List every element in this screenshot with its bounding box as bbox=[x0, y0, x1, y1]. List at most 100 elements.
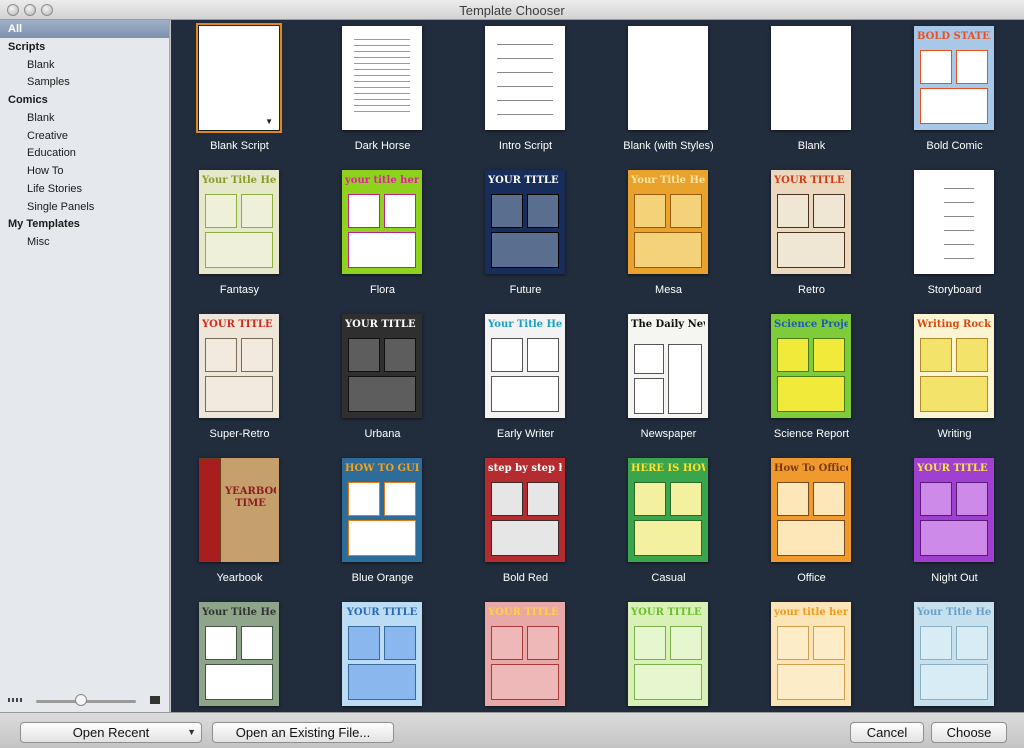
template-preview-title: YOUR TITLE HERE bbox=[202, 319, 276, 330]
template-thumbnail-blue-orange[interactable]: HOW TO GUIDE bbox=[342, 458, 422, 562]
template-preview-title: YOUR TITLE HERE bbox=[774, 175, 848, 186]
template-name-writing: Writing bbox=[937, 428, 972, 440]
thumbnail-size-control bbox=[0, 688, 169, 712]
template-thumbnail-template-29[interactable]: your title here bbox=[771, 602, 851, 706]
sidebar-item-scripts[interactable]: Scripts bbox=[0, 38, 169, 56]
template-thumbnail-template-27[interactable]: YOUR TITLE HERE bbox=[485, 602, 565, 706]
template-thumbnail-flora[interactable]: your title here bbox=[342, 170, 422, 274]
category-sidebar: All Scripts Blank Samples Comics Blank Creativ… bbox=[0, 20, 170, 712]
comic-panel bbox=[348, 520, 416, 556]
template-thumbnail-future[interactable]: YOUR TITLE HERE bbox=[485, 170, 565, 274]
template-preview-title: YOUR TITLE HERE bbox=[488, 175, 562, 186]
sidebar-item-education[interactable]: Education bbox=[0, 144, 169, 162]
sidebar-item-misc[interactable]: Misc bbox=[0, 233, 169, 251]
template-thumbnail-template-30[interactable]: Your Title Here bbox=[914, 602, 994, 706]
comic-panel bbox=[527, 194, 559, 228]
template-preview-title: step by step how to bbox=[488, 463, 562, 474]
template-thumbnail-retro[interactable]: YOUR TITLE HERE bbox=[771, 170, 851, 274]
template-thumbnail-fantasy[interactable]: Your Title Here bbox=[199, 170, 279, 274]
comic-panel bbox=[920, 88, 988, 124]
sidebar-item-all[interactable]: All bbox=[0, 20, 169, 38]
template-thumbnail-template-26[interactable]: YOUR TITLE bbox=[342, 602, 422, 706]
template-thumbnail-early-writer[interactable]: Your Title Here bbox=[485, 314, 565, 418]
comic-panel bbox=[920, 626, 952, 660]
comic-panel bbox=[205, 664, 273, 700]
template-name-office: Office bbox=[797, 572, 826, 584]
comic-panel bbox=[634, 664, 702, 700]
template-preview-title: How To Office Guide bbox=[774, 463, 848, 474]
title-bar: Template Chooser bbox=[0, 0, 1024, 20]
comic-panel bbox=[348, 626, 380, 660]
sidebar-item-single-panels[interactable]: Single Panels bbox=[0, 198, 169, 216]
comic-panel bbox=[205, 376, 273, 412]
template-thumbnail-yearbook[interactable]: YEARBOOK TIME bbox=[199, 458, 279, 562]
comic-panel bbox=[920, 376, 988, 412]
comic-panel bbox=[634, 194, 666, 228]
template-name-intro-script: Intro Script bbox=[498, 140, 553, 152]
zoom-slider-thumb[interactable] bbox=[75, 694, 87, 706]
template-thumbnail-bold-comic[interactable]: BOLD STATEMENTS bbox=[914, 26, 994, 130]
template-preview-title: Your Title Here bbox=[202, 607, 276, 618]
template-thumbnail-blank-script[interactable]: ▼ bbox=[196, 23, 282, 133]
comic-panel bbox=[384, 194, 416, 228]
sidebar-item-comics[interactable]: Comics bbox=[0, 91, 169, 109]
template-thumbnail-template-25[interactable]: Your Title Here bbox=[199, 602, 279, 706]
comic-panel bbox=[634, 232, 702, 268]
template-preview-title: YOUR TITLE HERE bbox=[345, 319, 419, 330]
comic-panel bbox=[348, 194, 380, 228]
comic-panel bbox=[491, 520, 559, 556]
sidebar-item-blank[interactable]: Blank bbox=[0, 109, 169, 127]
open-existing-file-button[interactable]: Open an Existing File... bbox=[212, 722, 394, 743]
comic-panel bbox=[670, 482, 702, 516]
template-thumbnail-dark-horse[interactable] bbox=[342, 26, 422, 130]
comic-panel bbox=[956, 338, 988, 372]
comic-panel bbox=[384, 626, 416, 660]
template-name-blank-with-styles: Blank (with Styles) bbox=[623, 140, 714, 152]
comic-panel bbox=[668, 344, 702, 414]
comic-panel bbox=[777, 520, 845, 556]
template-thumbnail-night-out[interactable]: YOUR TITLE HERE bbox=[914, 458, 994, 562]
template-thumbnail-intro-script[interactable] bbox=[485, 26, 565, 130]
template-thumbnail-urbana[interactable]: YOUR TITLE HERE bbox=[342, 314, 422, 418]
sidebar-item-how-to[interactable]: How To bbox=[0, 162, 169, 180]
template-thumbnail-blank[interactable] bbox=[771, 26, 851, 130]
template-thumbnail-super-retro[interactable]: YOUR TITLE HERE bbox=[199, 314, 279, 418]
template-preview-title: Science Project bbox=[774, 319, 848, 330]
comic-panel bbox=[527, 338, 559, 372]
comic-panel bbox=[813, 338, 845, 372]
sidebar-item-life-stories[interactable]: Life Stories bbox=[0, 180, 169, 198]
template-thumbnail-office[interactable]: How To Office Guide bbox=[771, 458, 851, 562]
comic-panel bbox=[920, 338, 952, 372]
template-name-future: Future bbox=[509, 284, 542, 296]
comic-panel bbox=[813, 482, 845, 516]
template-preview-title: Your Title Here bbox=[202, 175, 276, 186]
template-thumbnail-mesa[interactable]: Your Title Here bbox=[628, 170, 708, 274]
comic-panel bbox=[491, 376, 559, 412]
sidebar-item-my-templates[interactable]: My Templates bbox=[0, 215, 169, 233]
template-preview-title: Your Title Here bbox=[631, 175, 705, 186]
comic-panel bbox=[205, 626, 237, 660]
template-thumbnail-writing[interactable]: Writing Rocks! bbox=[914, 314, 994, 418]
template-thumbnail-storyboard[interactable] bbox=[914, 170, 994, 274]
comic-panel bbox=[956, 50, 988, 84]
template-preview-title: Writing Rocks! bbox=[917, 319, 991, 330]
template-thumbnail-casual[interactable]: HERE IS HOW TO bbox=[628, 458, 708, 562]
large-thumbnails-icon[interactable] bbox=[150, 696, 160, 704]
sidebar-item-samples[interactable]: Samples bbox=[0, 73, 169, 91]
sidebar-item-creative[interactable]: Creative bbox=[0, 127, 169, 145]
open-recent-button[interactable]: Open Recent ▼ bbox=[20, 722, 202, 743]
template-name-bold-red: Bold Red bbox=[502, 572, 549, 584]
template-preview-title: your title here bbox=[774, 607, 848, 618]
template-preview-title: YOUR TITLE HERE bbox=[488, 607, 562, 618]
template-thumbnail-bold-red[interactable]: step by step how to bbox=[485, 458, 565, 562]
template-thumbnail-newspaper[interactable]: The Daily News bbox=[628, 314, 708, 418]
dropdown-caret-icon[interactable]: ▼ bbox=[265, 117, 273, 126]
small-thumbnails-icon[interactable] bbox=[8, 698, 22, 702]
sidebar-item-blank[interactable]: Blank bbox=[0, 56, 169, 74]
choose-button[interactable]: Choose bbox=[931, 722, 1007, 743]
template-thumbnail-template-28[interactable]: YOUR TITLE HERE bbox=[628, 602, 708, 706]
template-thumbnail-science-report[interactable]: Science Project bbox=[771, 314, 851, 418]
template-thumbnail-blank-with-styles[interactable] bbox=[628, 26, 708, 130]
comic-panel bbox=[920, 520, 988, 556]
cancel-button[interactable]: Cancel bbox=[850, 722, 924, 743]
